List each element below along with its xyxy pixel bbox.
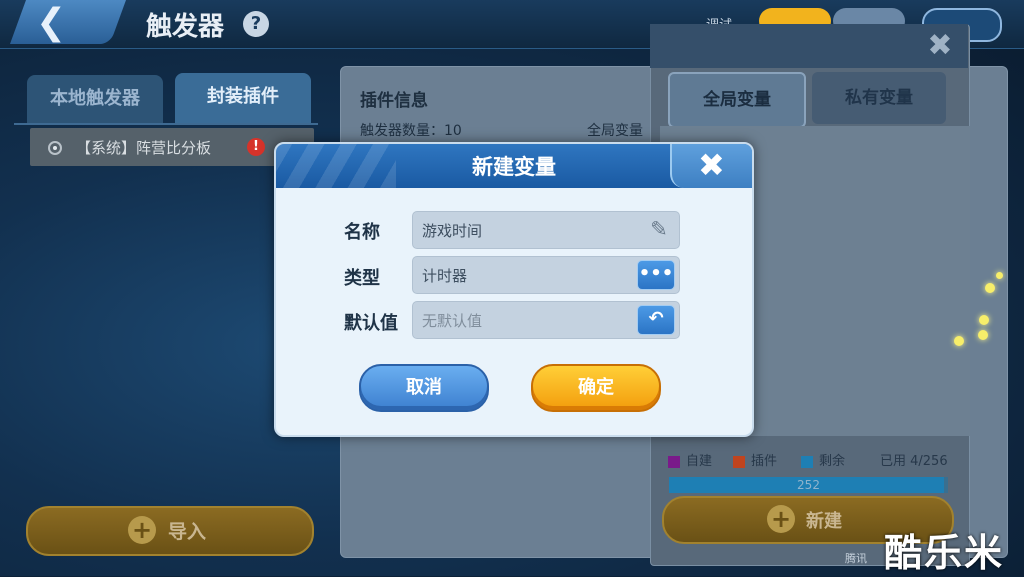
page-title: 触发器 bbox=[146, 12, 225, 42]
tab-packaged-plugins[interactable]: 封装插件 bbox=[175, 73, 311, 123]
global-variable-label: 全局变量 bbox=[587, 123, 643, 139]
sparkle-decoration bbox=[985, 283, 995, 293]
back-arrow-icon: ❮ bbox=[36, 2, 67, 43]
sparkle-decoration bbox=[954, 336, 964, 346]
tab-private-variables[interactable]: 私有变量 bbox=[812, 72, 946, 124]
legend-label: 剩余 bbox=[819, 454, 846, 469]
new-variable-dialog: 新建变量 ✖ 名称 游戏时间 ✎ 类型 计时器 ••• 默认值 无默认值 ↶ 取… bbox=[274, 142, 754, 437]
usage-count: 已用 4/256 bbox=[880, 454, 948, 469]
default-value-label: 默认值 bbox=[344, 313, 398, 334]
more-options-icon[interactable]: ••• bbox=[637, 260, 675, 290]
sparkle-decoration bbox=[996, 272, 1003, 279]
back-button[interactable] bbox=[9, 0, 127, 44]
type-select[interactable]: 计时器 ••• bbox=[412, 256, 680, 294]
import-button-label: 导入 bbox=[168, 521, 207, 543]
legend-swatch bbox=[733, 455, 745, 468]
dialog-header: 新建变量 ✖ bbox=[276, 144, 752, 188]
legend-label: 插件 bbox=[751, 454, 778, 469]
trigger-count-label: 触发器数量： bbox=[360, 123, 444, 139]
usage-bar-value: 252 bbox=[797, 478, 820, 492]
type-select-value: 计时器 bbox=[422, 267, 468, 285]
name-input[interactable]: 游戏时间 ✎ bbox=[412, 211, 680, 249]
tab-divider bbox=[14, 123, 318, 125]
plus-icon: + bbox=[128, 516, 156, 544]
tab-global-variables[interactable]: 全局变量 bbox=[668, 72, 806, 128]
usage-bar: 252 bbox=[669, 477, 948, 493]
close-icon[interactable]: ✖ bbox=[916, 28, 964, 64]
watermark-small-text: 腾讯 bbox=[845, 552, 867, 565]
close-icon: ✖ bbox=[698, 146, 725, 184]
dialog-close-button[interactable]: ✖ bbox=[670, 144, 752, 188]
watermark-logo: 酷乐米 bbox=[884, 531, 1005, 575]
name-field-label: 名称 bbox=[344, 222, 380, 243]
default-value-placeholder: 无默认值 bbox=[422, 312, 483, 330]
type-field-label: 类型 bbox=[344, 268, 380, 289]
radio-icon[interactable] bbox=[48, 141, 62, 155]
import-button[interactable]: + 导入 bbox=[26, 506, 314, 556]
legend-item-remaining: 剩余 bbox=[801, 450, 845, 469]
plugin-info-title: 插件信息 bbox=[360, 91, 428, 111]
legend-item-plugin: 插件 bbox=[733, 450, 777, 469]
sparkle-decoration bbox=[978, 330, 988, 340]
sparkle-decoration bbox=[979, 315, 989, 325]
help-icon[interactable]: ? bbox=[243, 11, 269, 37]
legend-label: 自建 bbox=[686, 454, 713, 469]
cancel-button[interactable]: 取消 bbox=[359, 364, 489, 412]
default-value-input[interactable]: 无默认值 ↶ bbox=[412, 301, 680, 339]
trigger-count-value: 10 bbox=[444, 123, 462, 139]
confirm-button[interactable]: 确定 bbox=[531, 364, 661, 412]
new-button-label: 新建 bbox=[806, 511, 842, 532]
list-item-label: 【系统】阵营比分板 bbox=[76, 139, 212, 157]
warning-icon: ! bbox=[247, 138, 265, 156]
plus-icon: + bbox=[767, 505, 795, 533]
list-item[interactable]: 【系统】阵营比分板 ! bbox=[30, 128, 314, 166]
legend-swatch bbox=[801, 455, 813, 468]
legend-swatch bbox=[668, 455, 680, 468]
reset-icon[interactable]: ↶ bbox=[637, 305, 675, 335]
trigger-count: 触发器数量：10 bbox=[360, 120, 462, 140]
pencil-icon[interactable]: ✎ bbox=[647, 217, 671, 241]
name-input-value: 游戏时间 bbox=[422, 222, 483, 240]
legend-item-custom: 自建 bbox=[668, 450, 712, 469]
tab-local-triggers[interactable]: 本地触发器 bbox=[27, 75, 163, 125]
